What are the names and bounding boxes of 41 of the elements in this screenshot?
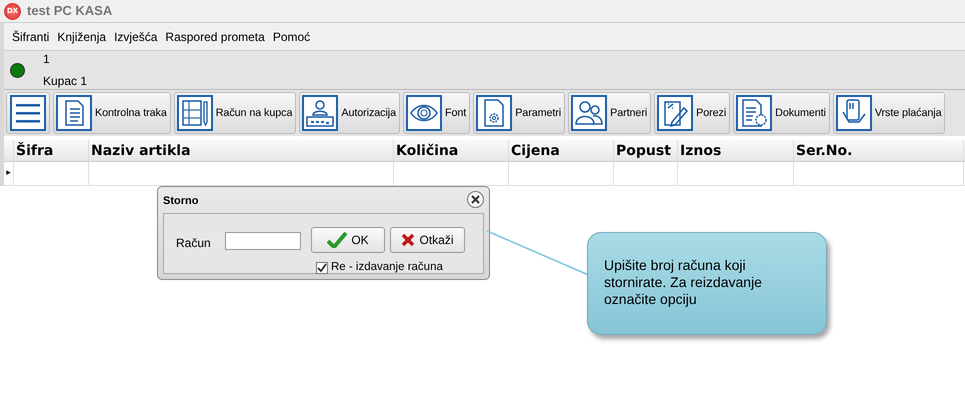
column-header: Cijena (509, 140, 614, 161)
column-header: Šifra (14, 140, 89, 161)
menu-item[interactable]: Šifranti (8, 28, 54, 46)
toolbar-button[interactable]: Kontrolna traka (53, 92, 171, 134)
user-password-icon (305, 98, 336, 128)
menu-item[interactable]: Raspored prometa (161, 28, 269, 46)
checkbox-label: Re - izdavanje računa (331, 260, 443, 275)
toolbar-button[interactable]: Parametri (473, 92, 566, 134)
column-header: Popust (614, 140, 678, 161)
column-header: Ser.No. (794, 140, 964, 161)
toolbar-button[interactable]: Dokumenti (733, 92, 830, 134)
column-header: Naziv artikla (89, 140, 394, 161)
notebook-pencil-icon (180, 98, 210, 128)
toolbar-button[interactable]: Autorizacija (299, 92, 400, 134)
check-icon (317, 262, 327, 273)
toolbar-button[interactable]: Font (402, 92, 470, 134)
status-number: 1 (43, 51, 51, 68)
close-button[interactable] (467, 191, 484, 208)
close-icon (471, 195, 480, 204)
column-header: Iznos (678, 140, 794, 161)
toolbar-button[interactable]: Porezi (654, 92, 730, 134)
cancel-button[interactable]: Otkaži (390, 227, 465, 253)
check-icon (327, 232, 348, 248)
toolbar-button[interactable]: Vrste plaćanja (832, 92, 946, 134)
ok-button[interactable]: OK (311, 227, 385, 253)
dialog-title: Storno (162, 194, 198, 209)
menu-item[interactable]: Izvješća (110, 28, 162, 46)
field-label: Račun (176, 235, 211, 252)
input-field[interactable] (225, 232, 301, 250)
checkbox[interactable] (316, 262, 328, 274)
menu-item[interactable]: Pomoć (268, 28, 314, 46)
customer-name: Kupac 1 (43, 73, 88, 90)
column-header: Količina (394, 140, 509, 161)
toolbar-button[interactable] (6, 92, 50, 134)
menu-item[interactable]: Knjiženja (53, 28, 110, 46)
cross-icon (401, 233, 416, 247)
window-title: test PC KASA (27, 2, 112, 20)
toolbar-button[interactable]: Partneri (568, 92, 652, 134)
toolbar-button[interactable]: Račun na kupca (174, 92, 296, 134)
callout-text: Upišite broj računa koji stornirate. Za reizdavanje označite opciju (587, 232, 827, 335)
row-marker: ▸ (6, 166, 11, 180)
